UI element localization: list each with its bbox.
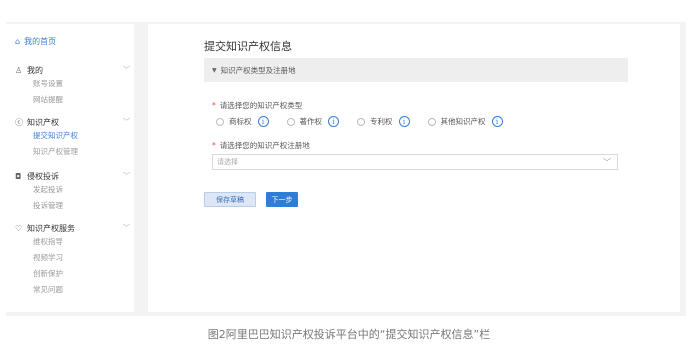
radio-label: 专利权 (370, 117, 393, 126)
ip-type-radio-group: 商标权 i 著作权 i 专利权 i 其他知识产权 i (216, 116, 521, 127)
ip-region-question: * 请选择您的知识产权注册地 (212, 140, 310, 151)
save-draft-button[interactable]: 保存草稿 (204, 192, 256, 207)
sidebar-group-label: 侵权投诉 (27, 171, 59, 181)
section-header-ip-type[interactable]: ▼ 知识产权类型及注册地 (204, 58, 628, 82)
chevron-down-icon[interactable]: ﹀ (123, 223, 130, 233)
next-step-button[interactable]: 下一步 (266, 192, 298, 207)
sidebar-group-ip-header[interactable]: ⓒ 知识产权 ﹀ (15, 116, 130, 128)
required-asterisk: * (212, 141, 216, 150)
radio-other-ip[interactable]: 其他知识产权 i (427, 116, 503, 127)
radio-circle[interactable] (216, 117, 224, 126)
radio-circle[interactable] (427, 117, 436, 126)
sidebar-group-ip: ⓒ 知识产权 ﹀ 提交知识产权 知识产权管理 (15, 116, 130, 160)
sidebar-group-mine-header[interactable]: ♙ 我的 ﹀ (15, 64, 130, 76)
sidebar-group-label: 知识产权 (27, 117, 59, 127)
radio-trademark[interactable]: 商标权 i (216, 116, 269, 127)
sidebar-group-complaints: ◘ 侵权投诉 ﹀ 发起投诉 投诉管理 (15, 170, 130, 214)
sidebar-group-label: 知识产权服务 (27, 223, 75, 233)
ip-region-question-text: 请选择您的知识产权注册地 (219, 141, 310, 150)
heart-icon: ♡ (15, 223, 23, 233)
radio-label: 其他知识产权 (440, 117, 486, 126)
section-header-label: 知识产权类型及注册地 (220, 65, 296, 75)
sidebar-item-innovation-protection[interactable]: 创新保护 (15, 266, 130, 282)
radio-circle[interactable] (357, 117, 365, 126)
info-icon[interactable]: i (491, 116, 503, 127)
chevron-down-icon[interactable]: ﹀ (603, 157, 611, 168)
radio-patent[interactable]: 专利权 i (357, 116, 410, 127)
sidebar-item-file-complaint[interactable]: 发起投诉 (15, 182, 130, 198)
chevron-down-icon[interactable]: ﹀ (123, 117, 130, 127)
sidebar-item-home[interactable]: ⌂ 我的首页 (15, 36, 56, 47)
radio-label: 著作权 (299, 117, 323, 126)
sidebar: ⌂ 我的首页 ♙ 我的 ﹀ 账号设置 网站提醒 ⓒ 知识产权 ﹀ 提交知识产权 … (6, 24, 134, 312)
chevron-down-icon[interactable]: ﹀ (123, 65, 130, 75)
sidebar-item-rights-guidance[interactable]: 维权指导 (15, 234, 130, 250)
sidebar-group-ip-services-header[interactable]: ♡ 知识产权服务 ﹀ (15, 222, 130, 234)
sidebar-item-site-reminders[interactable]: 网站提醒 (15, 92, 130, 108)
caret-down-icon: ▼ (212, 66, 217, 74)
sidebar-group-complaints-header[interactable]: ◘ 侵权投诉 ﹀ (15, 170, 130, 182)
sidebar-item-submit-ip[interactable]: 提交知识产权 (15, 128, 130, 144)
main-panel: 提交知识产权信息 ▼ 知识产权类型及注册地 * 请选择您的知识产权类型 商标权 i… (148, 24, 680, 312)
user-icon: ♙ (15, 65, 23, 75)
info-icon[interactable]: i (257, 116, 269, 127)
figure-caption: 图2阿里巴巴知识产权投诉平台中的“提交知识产权信息”栏 (207, 328, 491, 341)
ip-type-question-text: 请选择您的知识产权类型 (219, 101, 303, 110)
select-placeholder: 请选择 (217, 158, 238, 166)
radio-circle[interactable] (286, 117, 295, 126)
copyright-icon: ⓒ (15, 117, 23, 127)
sidebar-group-label: 我的 (27, 65, 43, 75)
ip-region-select[interactable]: 请选择 ﹀ (212, 154, 618, 170)
sidebar-item-video-learning[interactable]: 视频学习 (15, 250, 130, 266)
info-icon[interactable]: i (398, 116, 410, 127)
camera-icon: ◘ (15, 171, 22, 181)
sidebar-group-ip-services: ♡ 知识产权服务 ﹀ 维权指导 视频学习 创新保护 常见问题 (15, 222, 130, 298)
sidebar-item-account-settings[interactable]: 账号设置 (15, 76, 130, 92)
home-icon: ⌂ (15, 37, 21, 46)
ip-type-question: * 请选择您的知识产权类型 (212, 100, 302, 111)
radio-copyright[interactable]: 著作权 i (286, 116, 339, 127)
sidebar-group-mine: ♙ 我的 ﹀ 账号设置 网站提醒 (15, 64, 130, 108)
sidebar-item-complaint-management[interactable]: 投诉管理 (15, 198, 130, 214)
sidebar-item-ip-management[interactable]: 知识产权管理 (15, 144, 130, 160)
page-title: 提交知识产权信息 (204, 40, 292, 53)
required-asterisk: * (212, 101, 216, 110)
sidebar-item-faq[interactable]: 常见问题 (15, 282, 130, 298)
sidebar-home-label: 我的首页 (24, 37, 57, 46)
info-icon[interactable]: i (328, 116, 339, 127)
chevron-down-icon[interactable]: ﹀ (123, 171, 130, 181)
radio-label: 商标权 (229, 117, 252, 126)
